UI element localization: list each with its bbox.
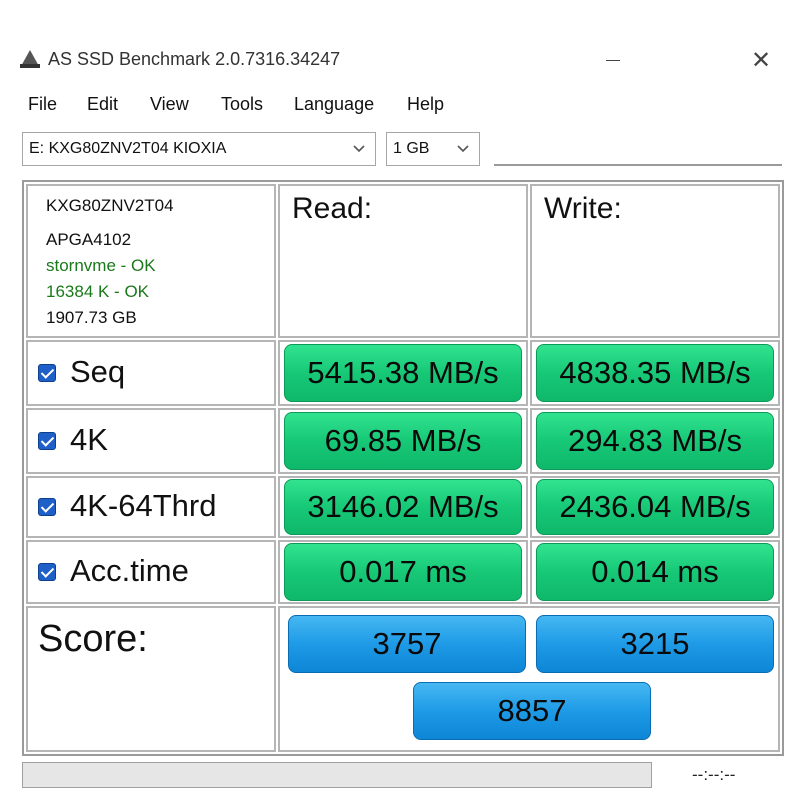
menu-view[interactable]: View <box>148 92 191 117</box>
test-label: Acc.time <box>70 553 189 588</box>
write-score: 3215 <box>536 615 774 673</box>
total-score: 8857 <box>413 682 651 740</box>
drive-select-value: E: KXG80ZNV2T04 KIOXIA <box>29 140 227 157</box>
seq-checkbox[interactable] <box>38 364 56 382</box>
minimize-button[interactable] <box>590 40 636 80</box>
read-header-cell: Read: <box>278 184 528 338</box>
size-select-value: 1 GB <box>393 140 430 157</box>
menu-bar: File Edit View Tools Language Help <box>0 92 800 120</box>
window-title: AS SSD Benchmark 2.0.7316.34247 <box>48 49 341 69</box>
alignment-status: 16384 K - OK <box>46 282 150 301</box>
close-icon: ✕ <box>750 46 772 74</box>
read-header: Read: <box>292 192 373 225</box>
menu-file[interactable]: File <box>26 92 59 117</box>
acc-time-write-result: 0.014 ms <box>536 543 774 601</box>
chevron-down-icon <box>353 145 365 153</box>
menu-tools[interactable]: Tools <box>219 92 265 117</box>
title-bar: AS SSD Benchmark 2.0.7316.34247 ✕ <box>0 38 800 82</box>
minimize-icon <box>606 59 620 61</box>
seq-read-result: 5415.38 MB/s <box>284 344 522 402</box>
test-row-acc-time: Acc.time <box>26 540 276 604</box>
close-button[interactable]: ✕ <box>738 40 784 80</box>
test-label: Seq <box>70 354 126 389</box>
read-score: 3757 <box>288 615 526 673</box>
menu-language[interactable]: Language <box>292 92 376 117</box>
status-field <box>494 132 782 166</box>
test-row-4k-64thrd: 4K-64Thrd <box>26 476 276 538</box>
4k-64thrd-checkbox[interactable] <box>38 498 56 516</box>
size-select[interactable]: 1 GB <box>386 132 480 166</box>
chevron-down-icon <box>457 145 469 153</box>
write-header-cell: Write: <box>530 184 780 338</box>
4k-64thrd-read-result: 3146.02 MB/s <box>284 479 522 535</box>
drive-capacity: 1907.73 GB <box>46 308 137 327</box>
score-label: Score: <box>38 618 148 660</box>
test-row-seq: Seq <box>26 340 276 406</box>
test-label: 4K-64Thrd <box>70 488 217 523</box>
4k-64thrd-write-result: 2436.04 MB/s <box>536 479 774 535</box>
acc-time-checkbox[interactable] <box>38 563 56 581</box>
seq-write-result: 4838.35 MB/s <box>536 344 774 402</box>
4k-write-result: 294.83 MB/s <box>536 412 774 470</box>
acc-time-read-result: 0.017 ms <box>284 543 522 601</box>
drive-firmware: APGA4102 <box>46 230 132 249</box>
4k-checkbox[interactable] <box>38 432 56 450</box>
app-icon <box>20 50 40 68</box>
menu-help[interactable]: Help <box>405 92 446 117</box>
elapsed-time: --:--:-- <box>692 765 736 784</box>
drive-select[interactable]: E: KXG80ZNV2T04 KIOXIA <box>22 132 376 166</box>
4k-read-result: 69.85 MB/s <box>284 412 522 470</box>
test-row-4k: 4K <box>26 408 276 474</box>
driver-status: stornvme - OK <box>46 256 156 275</box>
menu-edit[interactable]: Edit <box>85 92 120 117</box>
drive-model: KXG80ZNV2T04 <box>46 196 174 215</box>
write-header: Write: <box>544 192 622 225</box>
test-label: 4K <box>70 422 108 457</box>
progress-bar <box>22 762 652 788</box>
drive-info-panel: KXG80ZNV2T04 APGA4102 stornvme - OK 1638… <box>26 184 276 338</box>
